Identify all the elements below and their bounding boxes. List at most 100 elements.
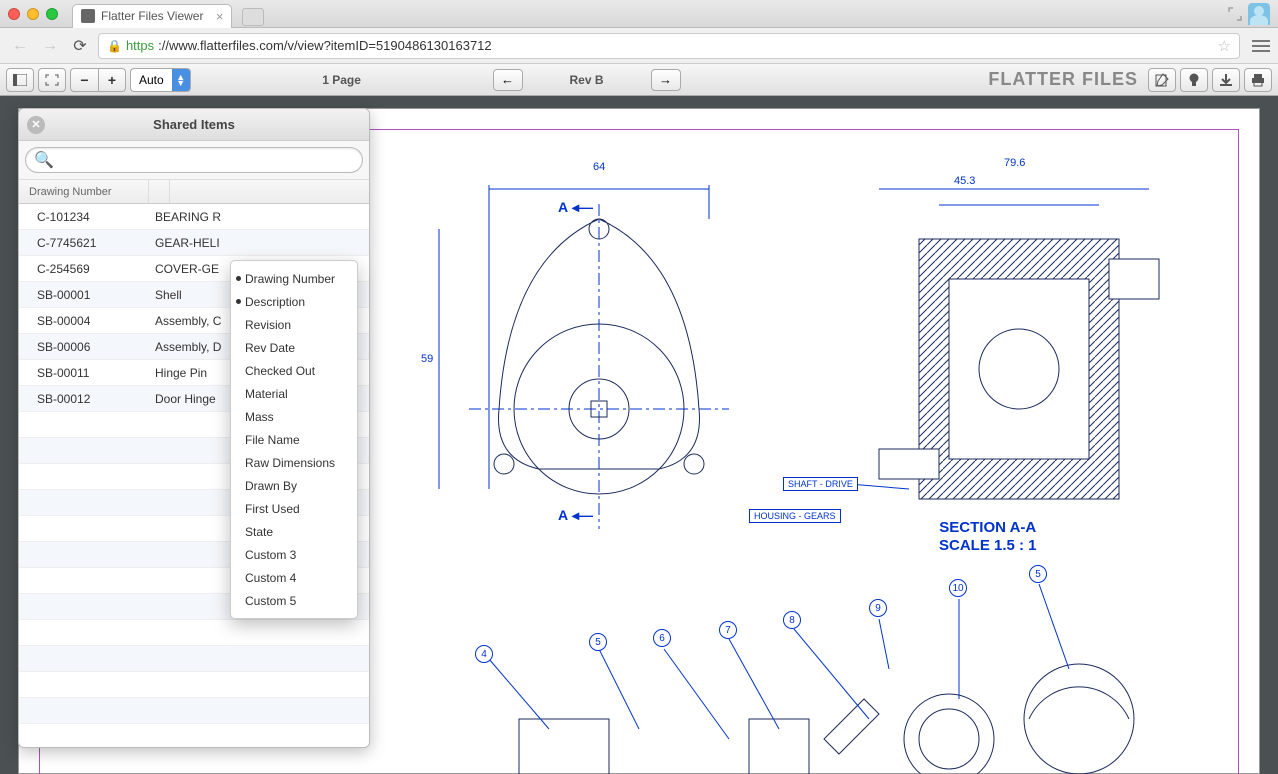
cell-description: Assembly, D [149, 340, 221, 354]
column-headers[interactable]: Drawing Number [19, 180, 369, 204]
menu-item[interactable]: Revision [231, 313, 357, 336]
menu-item-label: State [245, 525, 273, 539]
fit-button[interactable] [38, 68, 66, 92]
menu-item[interactable]: Custom 3 [231, 543, 357, 566]
close-panel-button[interactable]: ✕ [27, 116, 45, 134]
url-scheme: https [126, 38, 154, 53]
menu-item[interactable]: Checked Out [231, 359, 357, 382]
menu-item[interactable]: Custom 5 [231, 589, 357, 612]
checked-dot-icon [236, 276, 241, 281]
new-tab-button[interactable] [242, 8, 264, 26]
search-input[interactable] [58, 153, 354, 167]
empty-row [19, 672, 369, 698]
window-controls [8, 8, 58, 20]
download-icon [1219, 73, 1233, 87]
page-label: 1 Page [322, 73, 361, 87]
brand-label: FLATTER FILES [988, 69, 1138, 90]
section-marker-a-top: A ◂— [558, 199, 593, 216]
cell-description: Assembly, C [149, 314, 221, 328]
close-tab-icon[interactable]: × [216, 9, 224, 24]
menu-item[interactable]: Rev Date [231, 336, 357, 359]
menu-item[interactable]: File Name [231, 428, 357, 451]
callout-shaft: SHAFT - DRIVE [783, 477, 858, 491]
panel-title: Shared Items [153, 117, 235, 132]
tab-title: Flatter Files Viewer [101, 9, 203, 23]
url-field[interactable]: 🔒 https://www.flatterfiles.com/v/view?it… [98, 33, 1240, 59]
menu-item-label: Description [245, 295, 305, 309]
list-item[interactable]: C-7745621GEAR-HELI [19, 230, 369, 256]
menu-item-label: Custom 4 [245, 571, 296, 585]
section-label: SECTION A-A SCALE 1.5 : 1 [939, 519, 1037, 555]
sidebar-toggle-button[interactable] [6, 68, 34, 92]
back-button[interactable]: ← [8, 34, 32, 58]
next-rev-button[interactable]: → [651, 69, 681, 91]
menu-item[interactable]: First Used [231, 497, 357, 520]
cell-drawing-number: SB-00004 [19, 314, 149, 328]
menu-item[interactable]: Drawing Number [231, 267, 357, 290]
dim-59: 59 [421, 353, 433, 365]
printer-icon [1251, 73, 1265, 87]
balloon-8: 8 [783, 611, 801, 629]
cell-drawing-number: C-101234 [19, 210, 149, 224]
lightbulb-icon [1188, 73, 1200, 87]
section-view [879, 189, 1179, 539]
menu-item-label: Checked Out [245, 364, 315, 378]
search-icon: 🔍 [34, 150, 54, 170]
front-view [449, 189, 749, 549]
menu-item[interactable]: State [231, 520, 357, 543]
menu-item[interactable]: Raw Dimensions [231, 451, 357, 474]
select-caret-icon: ▲▼ [172, 69, 190, 91]
bookmark-star-icon[interactable]: ☆ [1218, 37, 1231, 55]
browser-menu-icon[interactable] [1252, 40, 1270, 52]
cell-description: BEARING R [149, 210, 221, 224]
minimize-window-icon[interactable] [27, 8, 39, 20]
cell-drawing-number: C-254569 [19, 262, 149, 276]
menu-item[interactable]: Mass [231, 405, 357, 428]
compose-icon [1155, 73, 1169, 87]
browser-tab[interactable]: Flatter Files Viewer × [72, 4, 232, 28]
menu-item-label: Revision [245, 318, 291, 332]
cell-drawing-number: SB-00006 [19, 340, 149, 354]
zoom-in-button[interactable]: + [98, 68, 126, 92]
menu-item-label: Custom 3 [245, 548, 296, 562]
balloon-6: 6 [653, 629, 671, 647]
balloon-9: 9 [869, 599, 887, 617]
menu-item-label: First Used [245, 502, 300, 516]
menu-item[interactable]: Custom 4 [231, 566, 357, 589]
profile-avatar-icon[interactable] [1248, 3, 1270, 25]
zoom-out-button[interactable]: − [70, 68, 98, 92]
download-button[interactable] [1212, 68, 1240, 92]
menu-item[interactable]: Description [231, 290, 357, 313]
cell-drawing-number: C-7745621 [19, 236, 149, 250]
search-input-wrap[interactable]: 🔍 [25, 147, 363, 173]
idea-button[interactable] [1180, 68, 1208, 92]
panel-icon [13, 74, 27, 86]
empty-row [19, 620, 369, 646]
zoom-select[interactable]: Auto ▲▼ [130, 68, 191, 92]
reload-button[interactable]: ⟳ [68, 34, 92, 58]
menu-item-label: File Name [245, 433, 300, 447]
menu-item[interactable]: Drawn By [231, 474, 357, 497]
menu-item-label: Custom 5 [245, 594, 296, 608]
section-marker-a-bottom: A ◂— [558, 507, 593, 524]
close-window-icon[interactable] [8, 8, 20, 20]
col-drawing-number[interactable]: Drawing Number [19, 180, 149, 203]
favicon-icon [81, 9, 95, 23]
balloon-5b: 5 [1029, 565, 1047, 583]
empty-row [19, 724, 369, 748]
app-toolbar: − + Auto ▲▼ 1 Page ← Rev B → FLATTER FIL… [0, 64, 1278, 96]
forward-button[interactable]: → [38, 34, 62, 58]
url-path: ://www.flatterfiles.com/v/view?itemID=51… [158, 38, 492, 53]
zoom-window-icon[interactable] [46, 8, 58, 20]
dim-796: 79.6 [1004, 157, 1025, 169]
menu-item[interactable]: Material [231, 382, 357, 405]
menu-item-label: Material [245, 387, 288, 401]
col-description[interactable] [149, 180, 170, 203]
print-button[interactable] [1244, 68, 1272, 92]
cell-description: COVER-GE [149, 262, 219, 276]
fullscreen-icon[interactable] [1228, 7, 1242, 21]
menu-item-label: Drawn By [245, 479, 297, 493]
list-item[interactable]: C-101234BEARING R [19, 204, 369, 230]
prev-rev-button[interactable]: ← [493, 69, 523, 91]
edit-button[interactable] [1148, 68, 1176, 92]
